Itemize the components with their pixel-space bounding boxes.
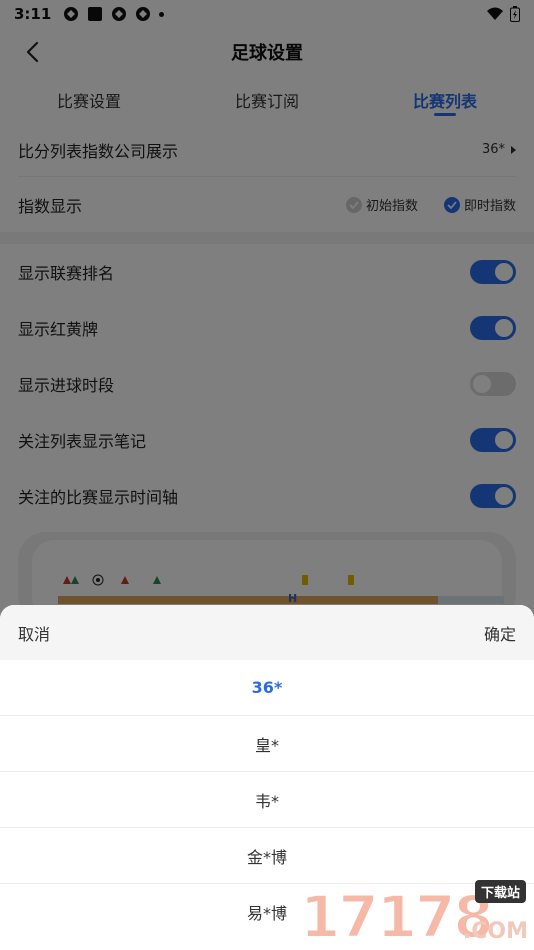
picker-option[interactable]: 36* [0, 660, 534, 716]
picker-option[interactable]: 韦* [0, 772, 534, 828]
picker-option[interactable]: 皇* [0, 716, 534, 772]
cancel-button[interactable]: 取消 [18, 621, 50, 645]
settings-screen: 3:11 足球设置 比赛设置 比赛订阅 比赛列表 比分列表指数公司展示 36* [0, 0, 534, 950]
watermark-suffix: .COM [462, 919, 528, 944]
picker-option[interactable]: 金*博 [0, 828, 534, 884]
watermark-badge: 下载站 [474, 880, 526, 903]
confirm-button[interactable]: 确定 [484, 621, 516, 645]
picker-header: 取消 确定 [0, 605, 534, 660]
site-watermark-logo: 17178 下载站 .COM [299, 880, 528, 947]
